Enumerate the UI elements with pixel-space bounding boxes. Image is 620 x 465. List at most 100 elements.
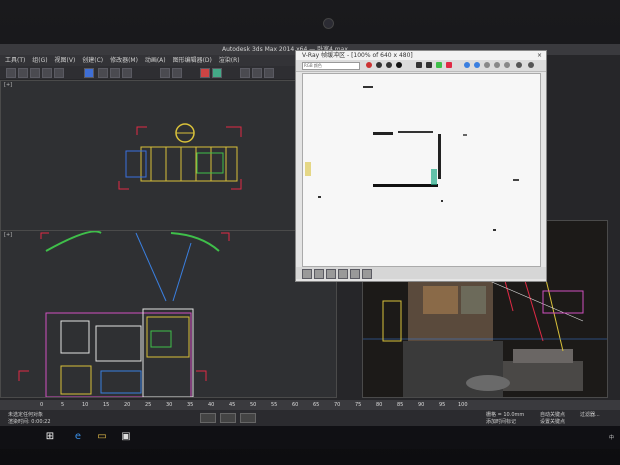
bind-icon[interactable] <box>54 68 64 78</box>
clear-icon[interactable] <box>446 62 452 68</box>
render-last-icon[interactable] <box>494 62 500 68</box>
save-icon[interactable] <box>416 62 422 68</box>
region-render-icon[interactable] <box>484 62 490 68</box>
top-view-drawing <box>118 123 242 190</box>
add-time-tag[interactable]: 添加时间标记 <box>486 418 516 425</box>
tick: 90 <box>418 402 425 408</box>
frame-field[interactable] <box>200 413 216 423</box>
tick: 95 <box>439 402 446 408</box>
viewport-top[interactable]: [+] <box>0 80 297 232</box>
tick: 40 <box>208 402 215 408</box>
render-icon[interactable] <box>264 68 274 78</box>
tick: 25 <box>145 402 152 408</box>
tick: 75 <box>355 402 362 408</box>
tick: 70 <box>334 402 341 408</box>
rotate-icon[interactable] <box>110 68 120 78</box>
vray-titlebar[interactable]: V-Ray 帧缓冲区 - [100% of 640 x 480] × <box>296 51 546 60</box>
tick: 45 <box>229 402 236 408</box>
menu-item-create[interactable]: 创建(C) <box>82 55 103 66</box>
move-icon[interactable] <box>98 68 108 78</box>
left-view-drawing <box>18 231 230 397</box>
render-preview-sparse <box>305 86 519 231</box>
tick: 80 <box>376 402 383 408</box>
align-icon[interactable] <box>212 68 222 78</box>
alpha-channel-icon[interactable] <box>396 62 402 68</box>
select-icon[interactable] <box>84 68 94 78</box>
stereo-icon[interactable] <box>504 62 510 68</box>
tick: 15 <box>103 402 110 408</box>
3dsmax-icon[interactable]: ▣ <box>120 431 132 443</box>
status-bar: 未选定任何对象 渲染时间: 0:00:22 栅格 = 10.0mm 添加时间标记… <box>0 410 620 426</box>
red-channel-icon[interactable] <box>366 62 372 68</box>
tick: 35 <box>187 402 194 408</box>
duplicate-icon[interactable] <box>436 62 442 68</box>
system-tray[interactable]: 中 <box>609 434 614 441</box>
webcam <box>323 18 334 29</box>
screen: Autodesk 3ds Max 2014 x64 — 卧室4.max 工具(T… <box>0 44 620 449</box>
curves-icon[interactable] <box>350 269 360 279</box>
windows-icon[interactable]: ⊞ <box>44 431 56 443</box>
close-icon[interactable]: × <box>537 51 542 60</box>
menu-item-modifiers[interactable]: 修改器(M) <box>110 55 138 66</box>
snap-icon[interactable] <box>160 68 170 78</box>
render-time-status: 渲染时间: 0:00:22 <box>8 419 51 425</box>
vray-toolbar: RGB 颜色 <box>296 60 546 72</box>
redo-icon[interactable] <box>18 68 28 78</box>
material-editor-icon[interactable] <box>240 68 250 78</box>
angle-snap-icon[interactable] <box>172 68 182 78</box>
tick: 50 <box>250 402 257 408</box>
vray-statusbar <box>296 267 546 279</box>
levels-icon[interactable] <box>338 269 348 279</box>
menu-item-tools[interactable]: 工具(T) <box>5 55 25 66</box>
edge-icon[interactable]: e <box>72 431 84 443</box>
menu-item-animation[interactable]: 动画(A) <box>145 55 166 66</box>
viewport-left[interactable]: [+] <box>0 230 337 398</box>
frame-field[interactable] <box>240 413 256 423</box>
history-icon[interactable] <box>464 62 470 68</box>
vray-render-canvas[interactable] <box>302 73 541 267</box>
tick: 20 <box>124 402 131 408</box>
scale-icon[interactable] <box>122 68 132 78</box>
unlink-icon[interactable] <box>42 68 52 78</box>
green-channel-icon[interactable] <box>376 62 382 68</box>
tick: 55 <box>271 402 278 408</box>
color-correction-icon[interactable] <box>326 269 336 279</box>
channel-select[interactable]: RGB 颜色 <box>302 62 360 70</box>
link-icon[interactable] <box>30 68 40 78</box>
more-icon[interactable] <box>528 62 534 68</box>
frame-field[interactable] <box>220 413 236 423</box>
grid-size: 栅格 = 10.0mm <box>486 412 525 418</box>
zoom-icon[interactable] <box>302 269 312 279</box>
timeline[interactable]: 0 5 10 15 20 25 30 35 40 45 50 55 60 65 … <box>0 400 620 410</box>
tick: 10 <box>82 402 89 408</box>
explorer-icon[interactable]: ▭ <box>96 431 108 443</box>
tick: 60 <box>292 402 299 408</box>
key-filters-button[interactable]: 过滤器... <box>580 411 600 418</box>
tick: 5 <box>61 402 65 408</box>
render-setup-icon[interactable] <box>252 68 262 78</box>
windows-taskbar: ⊞ e ▭ ▣ 中 <box>0 426 620 449</box>
auto-key-button[interactable]: 自动关键点 <box>540 411 565 418</box>
blue-channel-icon[interactable] <box>386 62 392 68</box>
menu-item-graph[interactable]: 图形编辑器(D) <box>173 55 212 66</box>
pan-icon[interactable] <box>314 269 324 279</box>
mirror-icon[interactable] <box>200 68 210 78</box>
tick: 30 <box>166 402 173 408</box>
menu-item-render[interactable]: 渲染(R) <box>219 55 240 66</box>
lens-effects-icon[interactable] <box>474 62 480 68</box>
undo-icon[interactable] <box>6 68 16 78</box>
selection-status: 未选定任何对象 <box>8 412 44 418</box>
menu-item-views[interactable]: 视图(V) <box>55 55 76 66</box>
vray-frame-buffer-window[interactable]: V-Ray 帧缓冲区 - [100% of 640 x 480] × RGB 颜… <box>295 50 547 282</box>
tick: 65 <box>313 402 320 408</box>
menu-bar: 工具(T) 组(G) 视图(V) 创建(C) 修改器(M) 动画(A) 图形编辑… <box>0 55 300 66</box>
exposure-icon[interactable] <box>362 269 372 279</box>
save-all-icon[interactable] <box>426 62 432 68</box>
tick: 0 <box>40 402 44 408</box>
vray-title: V-Ray 帧缓冲区 - [100% of 640 x 480] <box>302 52 413 59</box>
timeline-ticks: 0 5 10 15 20 25 30 35 40 45 50 55 60 65 … <box>40 400 470 410</box>
settings-icon[interactable] <box>516 62 522 68</box>
tick: 85 <box>397 402 404 408</box>
menu-item-group[interactable]: 组(G) <box>32 55 47 66</box>
set-key-button[interactable]: 设置关键点 <box>540 418 565 425</box>
